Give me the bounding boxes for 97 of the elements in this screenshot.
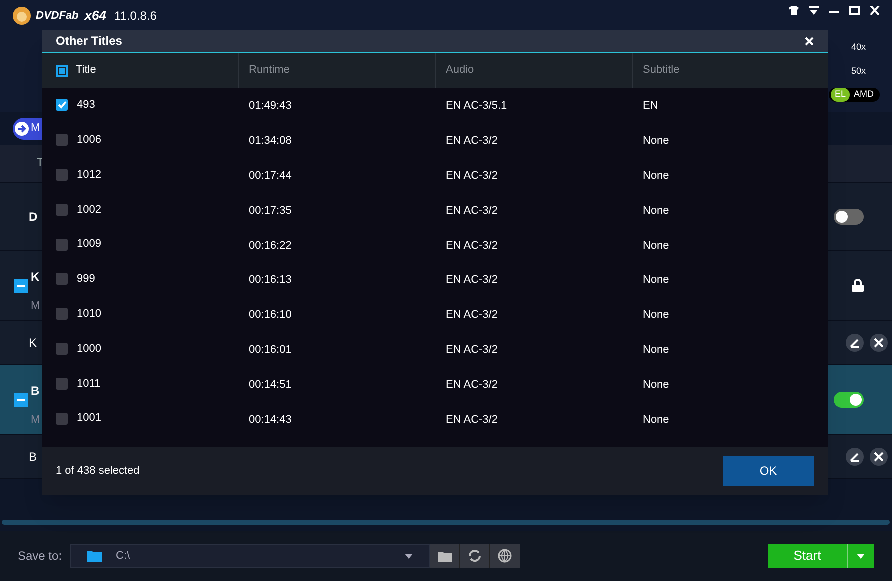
dialog-title: Other Titles (56, 33, 122, 50)
row-label: B (28, 448, 38, 466)
title-cell-text: 1002 (77, 202, 102, 218)
row-checkbox[interactable] (56, 204, 68, 216)
audio-cell: EN AC-3/2 (446, 240, 498, 252)
start-menu-button[interactable] (848, 544, 874, 568)
close-icon[interactable] (805, 36, 814, 46)
title-cell-text: 493 (77, 98, 96, 114)
collapse-checkbox[interactable] (14, 392, 28, 406)
save-to-label: Save to: (18, 548, 62, 565)
row-checkbox[interactable] (56, 238, 68, 251)
row-checkbox[interactable] (56, 273, 68, 286)
path-field[interactable]: C:\ (70, 544, 430, 568)
title-cell-text: 1000 (77, 342, 102, 357)
audio-cell: EN AC-3/2 (446, 135, 498, 148)
close-icon[interactable] (870, 6, 880, 15)
row-checkbox[interactable] (56, 378, 68, 390)
audio-cell: EN AC-3/2 (446, 204, 498, 217)
speed-label: 40x (851, 41, 866, 54)
caret-icon (857, 554, 865, 558)
row-label: K (28, 334, 38, 352)
title-name: K (31, 269, 40, 286)
row-checkbox[interactable] (56, 342, 68, 355)
title-info: M (31, 413, 40, 428)
folder-icon (438, 550, 452, 562)
refresh-icon (468, 549, 482, 563)
collapse-checkbox[interactable] (14, 278, 28, 292)
globe-button[interactable] (490, 544, 520, 568)
subtitle-cell: None (643, 204, 670, 217)
audio-cell: EN AC-3/5.1 (446, 100, 508, 112)
subtitle-cell: None (643, 135, 670, 148)
audio-cell: EN AC-3/2 (446, 309, 498, 322)
selection-count: 1 of 438 selected (56, 464, 140, 479)
runtime-cell: 00:16:01 (249, 344, 292, 356)
close-icon[interactable] (870, 334, 888, 352)
subtitle-cell: None (643, 170, 670, 182)
menu-icon[interactable] (809, 6, 819, 15)
audio-cell: EN AC-3/2 (446, 414, 498, 426)
globe-icon (498, 549, 512, 563)
column-header[interactable]: Audio (446, 62, 474, 79)
folder-button[interactable] (430, 544, 460, 568)
runtime-cell: 00:16:13 (249, 274, 292, 286)
audio-cell: EN AC-3/2 (446, 170, 498, 182)
runtime-cell: 00:14:43 (249, 414, 292, 426)
app-version: 11.0.8.6 (114, 8, 157, 25)
edit-icon[interactable] (846, 334, 864, 352)
runtime-cell: 00:16:10 (249, 309, 292, 322)
shirt-icon[interactable] (789, 6, 799, 15)
runtime-cell: 01:34:08 (249, 135, 292, 148)
row-checkbox[interactable] (56, 134, 68, 146)
row-checkbox[interactable] (56, 412, 68, 425)
title-cell-text: 1010 (77, 306, 102, 322)
refresh-button[interactable] (460, 544, 490, 568)
subtitle-cell: None (643, 240, 670, 252)
audio-cell: EN AC-3/2 (446, 378, 498, 391)
close-icon[interactable] (870, 448, 888, 466)
runtime-cell: 00:16:22 (249, 240, 292, 252)
subtitle-cell: None (643, 274, 670, 286)
select-all-checkbox[interactable] (56, 64, 68, 76)
runtime-cell: 00:14:51 (249, 378, 292, 391)
runtime-cell: 01:49:43 (249, 100, 292, 112)
speed-label: 50x (851, 64, 866, 78)
column-header[interactable]: Subtitle (643, 62, 680, 79)
row-checkbox[interactable] (56, 308, 68, 320)
column-header[interactable]: Title (76, 62, 96, 79)
audio-cell: EN AC-3/2 (446, 344, 498, 356)
column-header[interactable]: Runtime (249, 62, 290, 79)
subtitle-cell: None (643, 309, 670, 322)
app-arch: x64 (84, 7, 106, 26)
subtitle-cell: None (643, 414, 670, 426)
title-cell-text: 999 (77, 272, 96, 288)
title-cell-text: 1011 (77, 376, 101, 392)
folder-icon (87, 550, 102, 562)
row-checkbox[interactable] (56, 168, 68, 181)
subtitle-cell: None (643, 344, 670, 356)
row-checkbox[interactable] (56, 99, 68, 112)
lock-icon[interactable] (852, 279, 864, 292)
audio-cell: EN AC-3/2 (446, 274, 498, 286)
runtime-cell: 00:17:35 (249, 204, 292, 217)
add-button[interactable]: M (13, 118, 44, 140)
title-cell-text: 1001 (77, 411, 102, 426)
subtitle-cell: None (643, 378, 670, 391)
ok-button[interactable]: OK (723, 456, 814, 486)
title-cell-text: 1006 (77, 132, 102, 148)
title-info: M (31, 299, 40, 314)
app-logo: DVDFab (36, 8, 79, 24)
title-name: B (31, 383, 40, 400)
subtitle-cell: EN (643, 100, 658, 112)
row-label: D (28, 208, 38, 226)
title-cell-text: 1012 (77, 168, 102, 183)
maximize-icon[interactable] (849, 6, 860, 15)
toggle-switch[interactable] (834, 208, 864, 224)
runtime-cell: 00:17:44 (249, 170, 292, 182)
title-cell-text: 1009 (77, 237, 102, 252)
caret-icon[interactable] (405, 554, 414, 558)
toggle-switch[interactable] (834, 392, 864, 408)
edit-icon[interactable] (846, 448, 864, 466)
